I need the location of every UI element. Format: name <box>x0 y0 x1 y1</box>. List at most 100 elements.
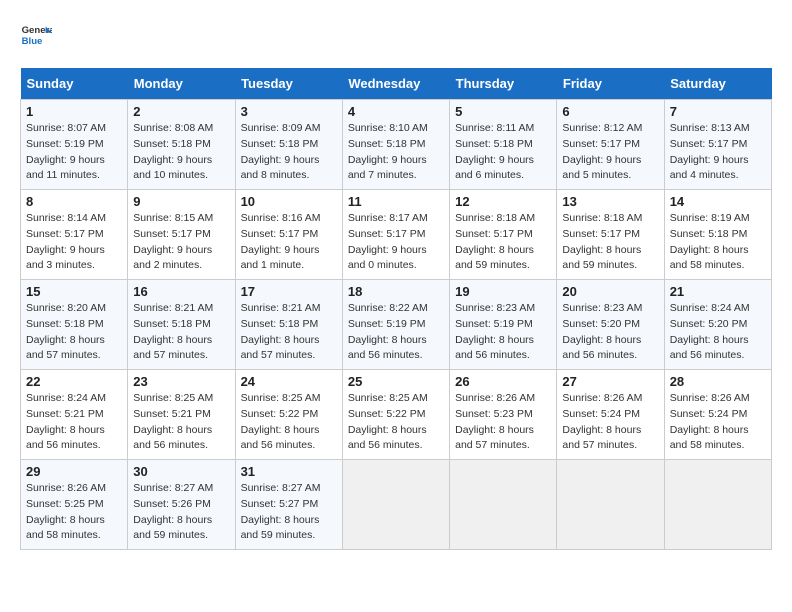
logo: General Blue <box>20 20 52 52</box>
day-info: Sunrise: 8:20 AM Sunset: 5:18 PM Dayligh… <box>26 301 122 364</box>
calendar-cell: 24 Sunrise: 8:25 AM Sunset: 5:22 PM Dayl… <box>235 370 342 460</box>
day-number: 18 <box>348 284 444 299</box>
calendar-cell: 11 Sunrise: 8:17 AM Sunset: 5:17 PM Dayl… <box>342 190 449 280</box>
day-number: 21 <box>670 284 766 299</box>
calendar-cell: 19 Sunrise: 8:23 AM Sunset: 5:19 PM Dayl… <box>450 280 557 370</box>
calendar-cell: 7 Sunrise: 8:13 AM Sunset: 5:17 PM Dayli… <box>664 100 771 190</box>
day-info: Sunrise: 8:09 AM Sunset: 5:18 PM Dayligh… <box>241 121 337 184</box>
calendar-cell <box>664 460 771 550</box>
day-number: 26 <box>455 374 551 389</box>
calendar-cell: 14 Sunrise: 8:19 AM Sunset: 5:18 PM Dayl… <box>664 190 771 280</box>
calendar-cell: 22 Sunrise: 8:24 AM Sunset: 5:21 PM Dayl… <box>21 370 128 460</box>
calendar-cell: 17 Sunrise: 8:21 AM Sunset: 5:18 PM Dayl… <box>235 280 342 370</box>
svg-text:Blue: Blue <box>22 36 43 47</box>
calendar-cell: 3 Sunrise: 8:09 AM Sunset: 5:18 PM Dayli… <box>235 100 342 190</box>
day-number: 22 <box>26 374 122 389</box>
calendar-cell: 27 Sunrise: 8:26 AM Sunset: 5:24 PM Dayl… <box>557 370 664 460</box>
calendar-cell <box>557 460 664 550</box>
day-number: 23 <box>133 374 229 389</box>
calendar-cell <box>342 460 449 550</box>
day-info: Sunrise: 8:13 AM Sunset: 5:17 PM Dayligh… <box>670 121 766 184</box>
calendar-cell: 21 Sunrise: 8:24 AM Sunset: 5:20 PM Dayl… <box>664 280 771 370</box>
calendar-cell: 26 Sunrise: 8:26 AM Sunset: 5:23 PM Dayl… <box>450 370 557 460</box>
day-number: 12 <box>455 194 551 209</box>
day-number: 2 <box>133 104 229 119</box>
day-info: Sunrise: 8:10 AM Sunset: 5:18 PM Dayligh… <box>348 121 444 184</box>
weekday-header-wednesday: Wednesday <box>342 68 449 100</box>
day-info: Sunrise: 8:17 AM Sunset: 5:17 PM Dayligh… <box>348 211 444 274</box>
day-number: 29 <box>26 464 122 479</box>
day-number: 3 <box>241 104 337 119</box>
day-info: Sunrise: 8:19 AM Sunset: 5:18 PM Dayligh… <box>670 211 766 274</box>
day-number: 20 <box>562 284 658 299</box>
day-number: 27 <box>562 374 658 389</box>
day-info: Sunrise: 8:21 AM Sunset: 5:18 PM Dayligh… <box>133 301 229 364</box>
day-info: Sunrise: 8:26 AM Sunset: 5:23 PM Dayligh… <box>455 391 551 454</box>
day-info: Sunrise: 8:15 AM Sunset: 5:17 PM Dayligh… <box>133 211 229 274</box>
day-info: Sunrise: 8:25 AM Sunset: 5:22 PM Dayligh… <box>241 391 337 454</box>
day-info: Sunrise: 8:25 AM Sunset: 5:21 PM Dayligh… <box>133 391 229 454</box>
day-number: 16 <box>133 284 229 299</box>
day-number: 7 <box>670 104 766 119</box>
calendar-cell <box>450 460 557 550</box>
calendar-cell: 1 Sunrise: 8:07 AM Sunset: 5:19 PM Dayli… <box>21 100 128 190</box>
day-number: 15 <box>26 284 122 299</box>
weekday-header-thursday: Thursday <box>450 68 557 100</box>
calendar-cell: 13 Sunrise: 8:18 AM Sunset: 5:17 PM Dayl… <box>557 190 664 280</box>
calendar-cell: 30 Sunrise: 8:27 AM Sunset: 5:26 PM Dayl… <box>128 460 235 550</box>
day-info: Sunrise: 8:14 AM Sunset: 5:17 PM Dayligh… <box>26 211 122 274</box>
calendar-cell: 18 Sunrise: 8:22 AM Sunset: 5:19 PM Dayl… <box>342 280 449 370</box>
day-number: 14 <box>670 194 766 209</box>
calendar-cell: 16 Sunrise: 8:21 AM Sunset: 5:18 PM Dayl… <box>128 280 235 370</box>
calendar-cell: 31 Sunrise: 8:27 AM Sunset: 5:27 PM Dayl… <box>235 460 342 550</box>
day-info: Sunrise: 8:18 AM Sunset: 5:17 PM Dayligh… <box>562 211 658 274</box>
day-number: 25 <box>348 374 444 389</box>
day-number: 28 <box>670 374 766 389</box>
weekday-header-friday: Friday <box>557 68 664 100</box>
calendar-cell: 10 Sunrise: 8:16 AM Sunset: 5:17 PM Dayl… <box>235 190 342 280</box>
day-number: 17 <box>241 284 337 299</box>
calendar-cell: 6 Sunrise: 8:12 AM Sunset: 5:17 PM Dayli… <box>557 100 664 190</box>
day-info: Sunrise: 8:26 AM Sunset: 5:25 PM Dayligh… <box>26 481 122 544</box>
calendar-cell: 20 Sunrise: 8:23 AM Sunset: 5:20 PM Dayl… <box>557 280 664 370</box>
day-info: Sunrise: 8:27 AM Sunset: 5:26 PM Dayligh… <box>133 481 229 544</box>
day-info: Sunrise: 8:16 AM Sunset: 5:17 PM Dayligh… <box>241 211 337 274</box>
day-info: Sunrise: 8:21 AM Sunset: 5:18 PM Dayligh… <box>241 301 337 364</box>
calendar-cell: 25 Sunrise: 8:25 AM Sunset: 5:22 PM Dayl… <box>342 370 449 460</box>
day-number: 11 <box>348 194 444 209</box>
day-number: 4 <box>348 104 444 119</box>
calendar-cell: 29 Sunrise: 8:26 AM Sunset: 5:25 PM Dayl… <box>21 460 128 550</box>
weekday-header-tuesday: Tuesday <box>235 68 342 100</box>
day-info: Sunrise: 8:22 AM Sunset: 5:19 PM Dayligh… <box>348 301 444 364</box>
calendar-table: SundayMondayTuesdayWednesdayThursdayFrid… <box>20 68 772 550</box>
day-number: 10 <box>241 194 337 209</box>
calendar-cell: 28 Sunrise: 8:26 AM Sunset: 5:24 PM Dayl… <box>664 370 771 460</box>
day-info: Sunrise: 8:26 AM Sunset: 5:24 PM Dayligh… <box>562 391 658 454</box>
day-info: Sunrise: 8:18 AM Sunset: 5:17 PM Dayligh… <box>455 211 551 274</box>
calendar-cell: 2 Sunrise: 8:08 AM Sunset: 5:18 PM Dayli… <box>128 100 235 190</box>
day-info: Sunrise: 8:11 AM Sunset: 5:18 PM Dayligh… <box>455 121 551 184</box>
day-info: Sunrise: 8:24 AM Sunset: 5:21 PM Dayligh… <box>26 391 122 454</box>
calendar-cell: 23 Sunrise: 8:25 AM Sunset: 5:21 PM Dayl… <box>128 370 235 460</box>
day-number: 8 <box>26 194 122 209</box>
day-number: 6 <box>562 104 658 119</box>
logo-icon: General Blue <box>20 20 52 52</box>
day-info: Sunrise: 8:12 AM Sunset: 5:17 PM Dayligh… <box>562 121 658 184</box>
page-header: General Blue <box>20 20 772 52</box>
day-number: 31 <box>241 464 337 479</box>
day-number: 1 <box>26 104 122 119</box>
day-info: Sunrise: 8:25 AM Sunset: 5:22 PM Dayligh… <box>348 391 444 454</box>
day-number: 19 <box>455 284 551 299</box>
day-number: 9 <box>133 194 229 209</box>
day-info: Sunrise: 8:26 AM Sunset: 5:24 PM Dayligh… <box>670 391 766 454</box>
day-info: Sunrise: 8:07 AM Sunset: 5:19 PM Dayligh… <box>26 121 122 184</box>
day-number: 5 <box>455 104 551 119</box>
weekday-header-monday: Monday <box>128 68 235 100</box>
calendar-cell: 5 Sunrise: 8:11 AM Sunset: 5:18 PM Dayli… <box>450 100 557 190</box>
day-number: 24 <box>241 374 337 389</box>
day-number: 13 <box>562 194 658 209</box>
calendar-cell: 4 Sunrise: 8:10 AM Sunset: 5:18 PM Dayli… <box>342 100 449 190</box>
weekday-header-sunday: Sunday <box>21 68 128 100</box>
day-number: 30 <box>133 464 229 479</box>
weekday-header-saturday: Saturday <box>664 68 771 100</box>
